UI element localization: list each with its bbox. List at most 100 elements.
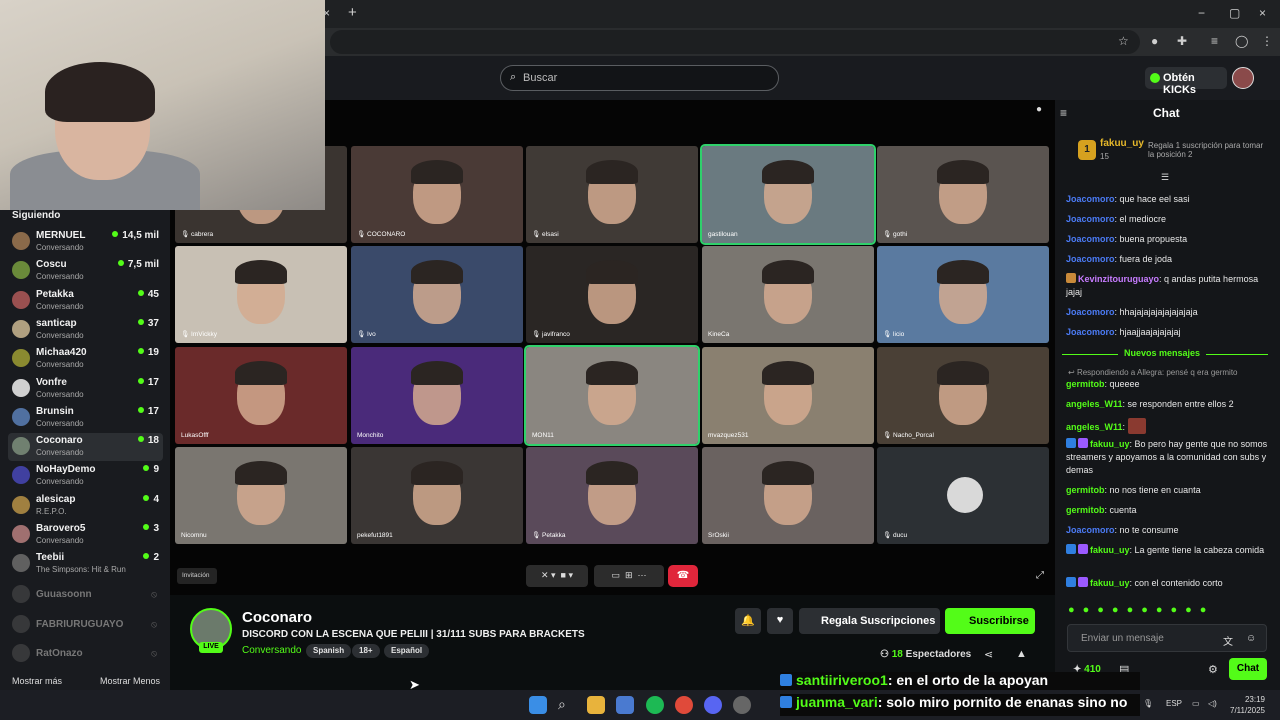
chat-message[interactable]: Joacomoro: hhajajajajajajajajaja — [1066, 306, 1271, 319]
chat-username[interactable]: angeles_W11 — [1066, 399, 1123, 409]
chat-username[interactable]: Joacomoro — [1066, 307, 1115, 317]
participant-video-tile[interactable]: 🎙 gothi — [877, 146, 1049, 243]
sidebar-channel[interactable]: Michaa420 Conversando 19 — [8, 345, 163, 373]
participant-video-tile[interactable]: pekefut1891 — [351, 447, 523, 544]
participant-video-tile[interactable]: 🎙 Ivo — [351, 246, 523, 343]
spotify-icon[interactable] — [646, 696, 664, 714]
participant-video-tile[interactable]: 🎙 ducu — [877, 447, 1049, 544]
user-avatar[interactable] — [1232, 67, 1254, 89]
share-icon[interactable]: ⋖ — [984, 648, 993, 661]
chat-username[interactable]: fakuu_uy — [1090, 439, 1130, 449]
app-icon[interactable] — [733, 696, 751, 714]
participant-video-tile[interactable]: 🎙 Petakka — [526, 447, 698, 544]
chat-username[interactable]: Joacomoro — [1066, 234, 1115, 244]
chat-message-input[interactable]: Enviar un mensaje 文 ☺ — [1067, 624, 1267, 652]
chat-bubble-icon[interactable]: ● — [1036, 104, 1042, 115]
notifications-bell-button[interactable]: 🔔 — [735, 608, 761, 634]
participant-video-tile[interactable]: 🎙 ImVickky — [175, 246, 347, 343]
search-input[interactable]: ⌕ Buscar — [500, 65, 779, 91]
media-icon[interactable]: ≡ — [1211, 34, 1218, 48]
chat-settings-icon[interactable]: ⚙ — [1208, 663, 1218, 676]
hang-up-button[interactable]: ☎ — [668, 565, 698, 587]
chat-message[interactable]: Joacomoro: el mediocre — [1066, 213, 1271, 226]
url-field[interactable] — [330, 30, 1140, 54]
store-app-icon[interactable] — [616, 696, 634, 714]
sidebar-channel[interactable]: MERNUEL Conversando 14,5 mil — [8, 228, 163, 256]
chat-username[interactable]: Joacomoro — [1066, 254, 1115, 264]
sidebar-channel[interactable]: santicap Conversando 37 — [8, 316, 163, 344]
profile-icon[interactable]: ◯ — [1235, 34, 1248, 48]
stream-category[interactable]: Conversando — [242, 645, 301, 656]
emote-bar[interactable]: ●●●●●●●●●● — [1068, 604, 1214, 616]
chat-username[interactable]: Kevinzitouruguayo — [1078, 274, 1159, 284]
sidebar-channel[interactable]: Brunsin Conversando 17 — [8, 404, 163, 432]
chat-message[interactable]: Joacomoro: no te consume — [1066, 524, 1271, 537]
chat-username[interactable]: germitob — [1066, 485, 1105, 495]
mic-tray-icon[interactable]: 🎙 — [1143, 699, 1153, 708]
taskbar-search-icon[interactable]: ⌕ — [558, 696, 576, 714]
taskbar-clock[interactable]: 23:19 7/11/2025 — [1230, 694, 1265, 716]
bookmark-star-icon[interactable]: ☆ — [1118, 34, 1129, 48]
sidebar-channel[interactable]: Barovero5 Conversando 3 — [8, 521, 163, 549]
volume-icon[interactable]: ◁) — [1208, 699, 1217, 708]
get-kicks-button[interactable]: Obtén KICKs — [1145, 67, 1227, 96]
chat-username[interactable]: Joacomoro — [1066, 525, 1115, 535]
participant-video-tile[interactable]: Monchito — [351, 347, 523, 444]
sidebar-channel[interactable]: Teebii The Simpsons: Hit & Run 2 — [8, 550, 163, 578]
maximize-button[interactable]: ▢ — [1229, 6, 1240, 20]
chat-message[interactable]: Joacomoro: que hace eel sasi — [1066, 193, 1271, 206]
network-icon[interactable]: ▭ — [1192, 699, 1200, 708]
chat-username[interactable]: fakuu_uy — [1090, 578, 1130, 588]
sidebar-channel[interactable]: Petakka Conversando 45 — [8, 287, 163, 315]
gift-subs-button[interactable]: Regala Suscripciones — [799, 608, 940, 634]
tag-language[interactable]: Spanish — [306, 644, 352, 658]
minimize-button[interactable]: − — [1198, 6, 1205, 20]
participant-video-tile[interactable]: 🎙 Nacho_Porcal — [877, 347, 1049, 444]
participant-video-tile[interactable]: MON11 — [524, 345, 700, 446]
participant-video-tile[interactable]: 🎙 elsasi — [526, 146, 698, 243]
chat-username[interactable]: germitob — [1066, 379, 1105, 389]
gift-leaderboard[interactable]: 1 fakuu_uy 15 Regala 1 suscripción para … — [1068, 134, 1270, 168]
leaderboard-expand-icon[interactable]: ☰ — [1161, 172, 1169, 183]
sidebar-channel[interactable]: Coconaro Conversando 18 — [8, 433, 163, 462]
chat-message[interactable]: fakuu_uy: Bo pero hay gente que no somos… — [1066, 438, 1271, 477]
chat-message[interactable]: fakuu_uy: La gente tiene la cabeza comid… — [1066, 544, 1271, 557]
sidebar-channel-offline[interactable]: FABRIURUGUAYO ⦸ — [8, 611, 163, 639]
chat-message[interactable]: Joacomoro: buena propuesta — [1066, 233, 1271, 246]
fullscreen-icon[interactable]: ⤢ — [1036, 570, 1044, 581]
share-grid-more-controls[interactable]: ▭ ⊞ ⋯ — [594, 565, 664, 587]
chat-message[interactable]: germitob: cuenta — [1066, 504, 1271, 517]
chat-username[interactable]: fakuu_uy — [1090, 545, 1130, 555]
chat-message[interactable]: Joacomoro: fuera de joda — [1066, 253, 1271, 266]
chat-username[interactable]: angeles_W11 — [1066, 422, 1123, 432]
sidebar-channel-offline[interactable]: RatOnazo ⦸ — [8, 640, 163, 668]
browser-menu-icon[interactable]: ⋮ — [1261, 34, 1273, 48]
collapse-chat-icon[interactable]: ≡ — [1060, 106, 1067, 120]
chat-message[interactable]: fakuu_uy: con el contenido corto — [1066, 577, 1271, 590]
chat-username[interactable]: germitob — [1066, 505, 1105, 515]
participant-video-tile[interactable]: gastilouan — [700, 144, 876, 245]
sidebar-channel[interactable]: Coscu Conversando 7,5 mil — [8, 257, 163, 285]
sidebar-channel-offline[interactable]: Guuasoonn ⦸ — [8, 581, 163, 609]
participant-video-tile[interactable]: KineCa — [702, 246, 874, 343]
follow-heart-button[interactable]: ♥ — [767, 608, 793, 634]
sidebar-channel[interactable]: alesicap R.E.P.O. 4 — [8, 492, 163, 520]
chat-message[interactable]: angeles_W11: se responden entre ellos 2 — [1066, 398, 1271, 411]
extension-color-icon[interactable]: ● — [1151, 34, 1158, 48]
report-icon[interactable]: ▲ — [1016, 648, 1027, 660]
participant-video-tile[interactable]: SrOskii — [702, 447, 874, 544]
file-explorer-icon[interactable] — [587, 696, 605, 714]
participant-video-tile[interactable]: Nicomnu — [175, 447, 347, 544]
mic-camera-controls[interactable]: ✕ ▾ ■ ▾ — [526, 565, 588, 587]
start-menu-icon[interactable] — [529, 696, 547, 714]
show-more-button[interactable]: Mostrar más — [12, 676, 62, 686]
extensions-icon[interactable]: ✚ — [1177, 34, 1187, 48]
participant-video-tile[interactable]: 🎙 COCONARO — [351, 146, 523, 243]
new-tab-button[interactable]: + — [348, 4, 357, 21]
sidebar-channel[interactable]: Vonfre Conversando 17 — [8, 375, 163, 403]
participant-video-tile[interactable]: 🎙 licio — [877, 246, 1049, 343]
emote-picker-icon[interactable]: ☺ — [1246, 633, 1256, 644]
chrome-icon[interactable] — [675, 696, 693, 714]
tag-espanol[interactable]: Español — [384, 644, 430, 658]
language-indicator[interactable]: ESP — [1166, 699, 1182, 708]
